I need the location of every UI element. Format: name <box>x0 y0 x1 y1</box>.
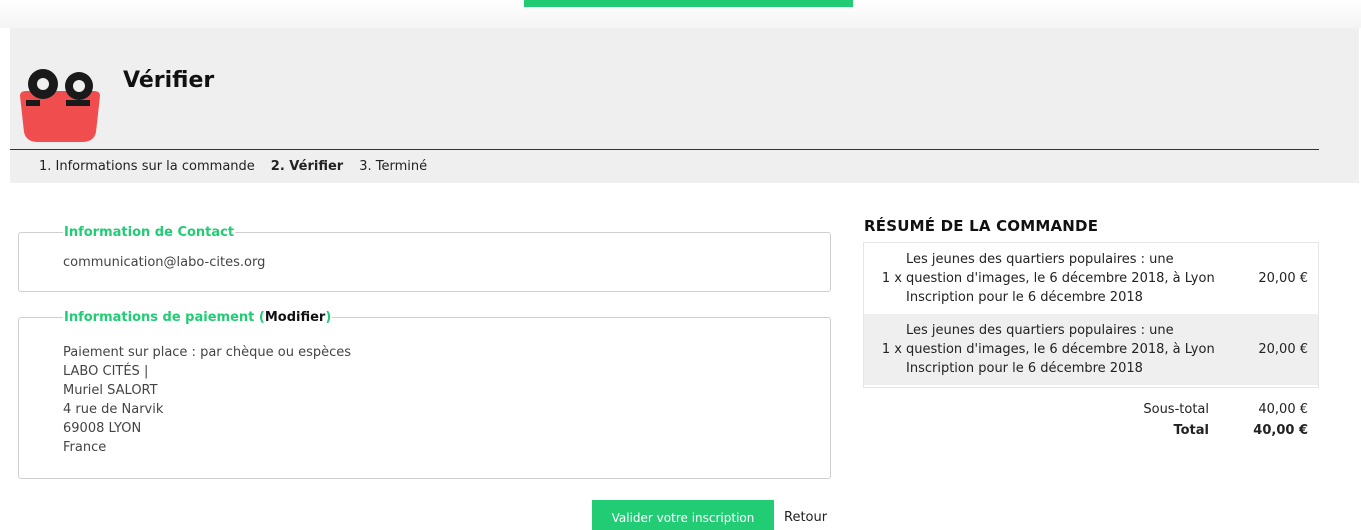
modify-payment-link[interactable]: Modifier <box>265 310 326 325</box>
order-item-desc: Les jeunes des quartiers populaires : un… <box>904 314 1244 385</box>
back-link[interactable]: Retour <box>784 510 827 525</box>
payment-org: LABO CITÉS | <box>63 364 149 379</box>
contact-email: communication@labo-cites.org <box>63 255 266 270</box>
order-totals: Sous-total 40,00 € Total 40,00 € <box>864 402 1318 444</box>
order-item-desc-line: question d'images, le 6 décembre 2018, à… <box>906 342 1215 357</box>
payment-contact-name: Muriel SALORT <box>63 383 158 398</box>
order-item-desc-line: Les jeunes des quartiers populaires : un… <box>906 252 1174 267</box>
payment-legend-text: Informations de paiement ( <box>64 310 265 325</box>
order-item-row: 1 x Les jeunes des quartiers populaires … <box>864 314 1318 385</box>
order-item-desc-line: Inscription pour le 6 décembre 2018 <box>906 290 1143 305</box>
payment-country: France <box>63 440 107 455</box>
payment-street: 4 rue de Narvik <box>63 402 164 417</box>
payment-method: Paiement sur place : par chèque ou espèc… <box>63 345 352 360</box>
order-item-desc-line: Inscription pour le 6 décembre 2018 <box>906 361 1143 376</box>
order-item-desc: Les jeunes des quartiers populaires : un… <box>904 243 1244 314</box>
order-summary-title: RÉSUMÉ DE LA COMMANDE <box>864 217 1099 235</box>
subtotal-value: 40,00 € <box>1258 402 1308 417</box>
total-row: Total 40,00 € <box>864 423 1318 444</box>
contact-info-box: Information de Contact communication@lab… <box>18 225 831 292</box>
payment-info-box: Informations de paiement (Modifier) Paie… <box>18 310 831 479</box>
top-accent-bar <box>524 0 853 7</box>
header-divider <box>10 149 1319 150</box>
payment-legend-close: ) <box>325 310 332 325</box>
step-done: 3. Terminé <box>359 159 428 174</box>
order-item-row: 1 x Les jeunes des quartiers populaires … <box>864 243 1318 314</box>
step-order-info: 1. Informations sur la commande <box>39 159 255 174</box>
page-title: Vérifier <box>123 68 215 93</box>
total-label: Total <box>1173 423 1209 438</box>
subtotal-label: Sous-total <box>1143 402 1209 417</box>
page-header: Vérifier 1. Informations sur la commande… <box>10 28 1359 183</box>
validate-registration-button[interactable]: Valider votre inscription <box>592 500 774 530</box>
order-item-qty: 1 x <box>881 342 902 357</box>
order-item-price: 20,00 € <box>1258 342 1308 357</box>
step-verify: 2. Vérifier <box>270 159 344 174</box>
order-item-qty: 1 x <box>881 271 902 286</box>
subtotal-row: Sous-total 40,00 € <box>864 402 1318 423</box>
total-value: 40,00 € <box>1253 423 1308 438</box>
contact-info-legend: Information de Contact <box>64 225 235 240</box>
payment-details: Paiement sur place : par chèque ou espèc… <box>63 343 786 457</box>
order-summary-table: 1 x Les jeunes des quartiers populaires … <box>864 243 1318 385</box>
payment-info-legend: Informations de paiement (Modifier) <box>63 310 332 325</box>
order-item-desc-line: Les jeunes des quartiers populaires : un… <box>906 323 1174 338</box>
order-item-desc-line: question d'images, le 6 décembre 2018, à… <box>906 271 1215 286</box>
order-item-price: 20,00 € <box>1258 271 1308 286</box>
checkout-steps: 1. Informations sur la commande 2. Vérif… <box>39 159 427 174</box>
bag-logo-icon <box>20 69 100 142</box>
payment-city: 69008 LYON <box>63 421 142 436</box>
